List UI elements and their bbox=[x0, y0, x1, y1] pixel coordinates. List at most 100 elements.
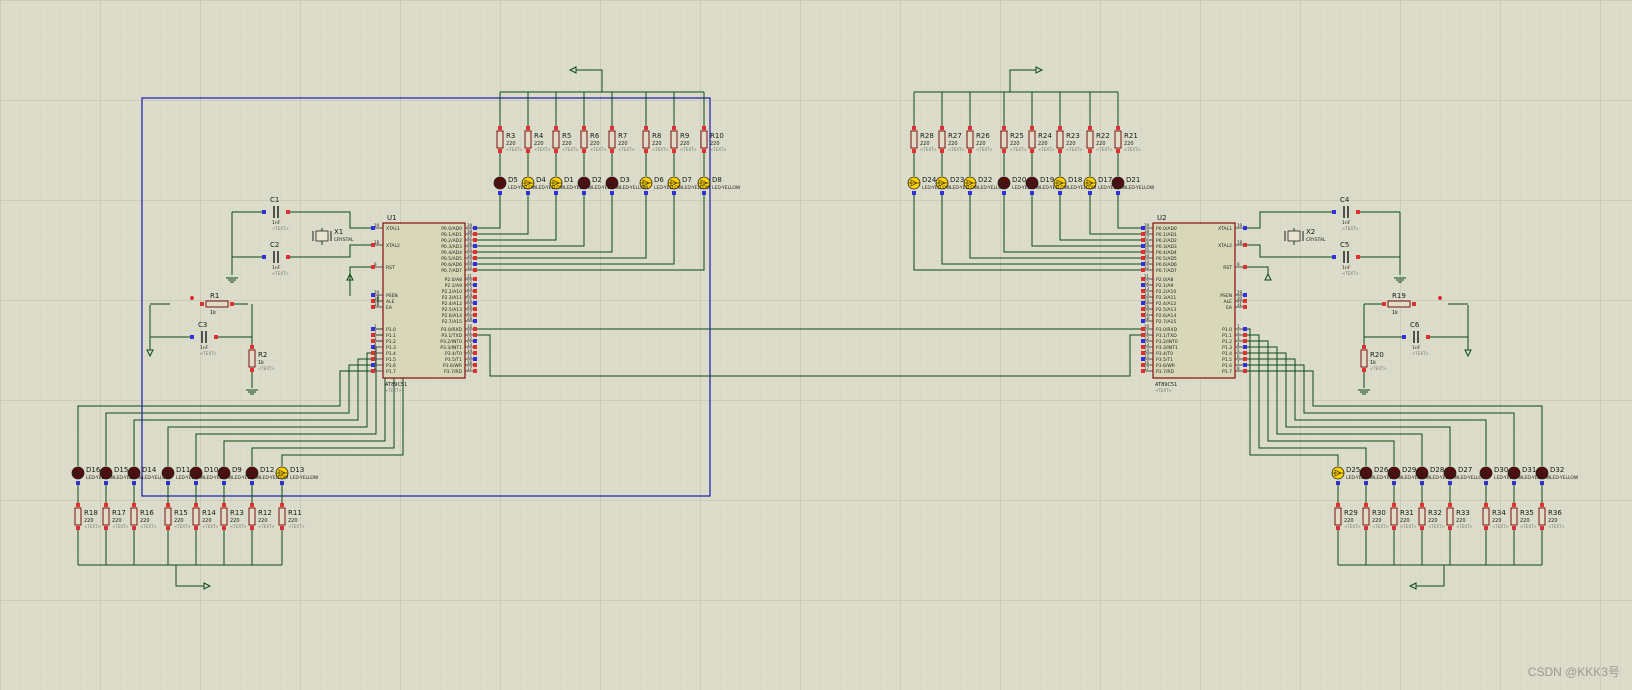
schematic-canvas[interactable]: U1AT89C51<TEXT>XTAL119XTAL218RST9PSEN29A… bbox=[0, 0, 1632, 690]
resistor-r5[interactable] bbox=[552, 130, 560, 149]
pin-marker bbox=[280, 503, 284, 507]
resistor-r15[interactable] bbox=[164, 507, 172, 526]
pin-marker bbox=[526, 149, 530, 153]
pin-marker bbox=[1392, 481, 1396, 485]
resistor-r26[interactable] bbox=[966, 130, 974, 149]
capacitor-c2-text: <TEXT> bbox=[272, 271, 289, 276]
pin-marker bbox=[1116, 149, 1120, 153]
chip-u2-rpin-name: PSEN bbox=[1220, 293, 1232, 299]
resistor-r29[interactable] bbox=[1334, 507, 1342, 526]
pin-marker bbox=[1540, 526, 1544, 530]
led-d4-value: LED-YELLOW bbox=[536, 185, 565, 191]
resistor-r24[interactable] bbox=[1028, 130, 1036, 149]
pin-marker bbox=[1512, 481, 1516, 485]
resistor-r9-ref: R9 bbox=[680, 132, 689, 140]
resistor-r15-text: <TEXT> bbox=[174, 524, 191, 529]
resistor-r20[interactable] bbox=[1360, 349, 1368, 368]
chip-u1-rpin-name: P3.2/INT0 bbox=[440, 339, 462, 345]
pin-marker bbox=[473, 289, 477, 293]
resistor-r31[interactable] bbox=[1390, 507, 1398, 526]
chip-u2-lpin-name: P0.0/AD0 bbox=[1156, 226, 1177, 232]
chip-u1-rpin-num: 26 bbox=[467, 304, 473, 309]
chip-u2-lpin-num: 39 bbox=[1144, 223, 1150, 228]
pin-marker bbox=[1540, 503, 1544, 507]
resistor-r35-text: <TEXT> bbox=[1520, 524, 1537, 529]
resistor-r1-value: 1k bbox=[210, 310, 216, 316]
chip-u1-rpin-num: 28 bbox=[467, 316, 473, 321]
pin-marker bbox=[132, 503, 136, 507]
resistor-r7[interactable] bbox=[608, 130, 616, 149]
chip-u2-lpin-name: P2.1/A9 bbox=[1156, 283, 1173, 289]
chip-u2-lpin-name: P2.4/A12 bbox=[1156, 301, 1176, 307]
chip-u2-lpin-name: P2.0/A8 bbox=[1156, 277, 1173, 283]
resistor-r9[interactable] bbox=[670, 130, 678, 149]
pin-marker bbox=[1243, 243, 1247, 247]
resistor-r19[interactable] bbox=[1387, 300, 1411, 308]
resistor-r3[interactable] bbox=[496, 130, 504, 149]
led-d32-value: LED-YELLOW bbox=[1550, 475, 1579, 481]
pin-marker bbox=[644, 191, 648, 195]
resistor-r17[interactable] bbox=[102, 507, 110, 526]
resistor-r21[interactable] bbox=[1114, 130, 1122, 149]
pin-marker bbox=[473, 363, 477, 367]
resistor-r16[interactable] bbox=[130, 507, 138, 526]
switch-left[interactable] bbox=[190, 296, 194, 300]
resistor-r34[interactable] bbox=[1482, 507, 1490, 526]
resistor-r2[interactable] bbox=[248, 349, 256, 368]
capacitor-c1-ref: C1 bbox=[270, 196, 279, 204]
chip-u1-rpin-name: P0.1/AD1 bbox=[441, 232, 462, 238]
pin-marker bbox=[644, 126, 648, 130]
pin-marker bbox=[940, 126, 944, 130]
resistor-r13[interactable] bbox=[220, 507, 228, 526]
pin-marker bbox=[166, 503, 170, 507]
resistor-r18[interactable] bbox=[74, 507, 82, 526]
resistor-r8[interactable] bbox=[642, 130, 650, 149]
resistor-r25[interactable] bbox=[1000, 130, 1008, 149]
resistor-r11[interactable] bbox=[278, 507, 286, 526]
chip-u1-rpin-num: 36 bbox=[467, 241, 473, 246]
led-d1-value: LED-YELLOW bbox=[564, 185, 593, 191]
resistor-r32[interactable] bbox=[1418, 507, 1426, 526]
pin-marker bbox=[1420, 503, 1424, 507]
resistor-r30[interactable] bbox=[1362, 507, 1370, 526]
resistor-r23[interactable] bbox=[1056, 130, 1064, 149]
resistor-r28[interactable] bbox=[910, 130, 918, 149]
resistor-r36[interactable] bbox=[1538, 507, 1546, 526]
crystal-x2[interactable] bbox=[1287, 230, 1301, 242]
switch-right[interactable] bbox=[1438, 296, 1442, 300]
resistor-r24-ref: R24 bbox=[1038, 132, 1052, 140]
led-d17-ref: D17 bbox=[1098, 176, 1112, 184]
crystal-x1[interactable] bbox=[315, 230, 329, 242]
pin-marker bbox=[473, 250, 477, 254]
chip-u2-lpin-num: 11 bbox=[1144, 330, 1150, 335]
resistor-r14[interactable] bbox=[192, 507, 200, 526]
capacitor-c3-ref: C3 bbox=[198, 321, 207, 329]
led-d23-value: LED-YELLOW bbox=[950, 185, 979, 191]
resistor-r33[interactable] bbox=[1446, 507, 1454, 526]
resistor-r6[interactable] bbox=[580, 130, 588, 149]
resistor-r4[interactable] bbox=[524, 130, 532, 149]
led-d22-value: LED-YELLOW bbox=[978, 185, 1007, 191]
chip-u2-lpin-name: P3.6/WR bbox=[1156, 363, 1175, 369]
resistor-r10[interactable] bbox=[700, 130, 708, 149]
led-d19-value: LED-YELLOW bbox=[1040, 185, 1069, 191]
resistor-r35[interactable] bbox=[1510, 507, 1518, 526]
resistor-r30-text: <TEXT> bbox=[1372, 524, 1389, 529]
resistor-r22[interactable] bbox=[1086, 130, 1094, 149]
pin-marker bbox=[166, 481, 170, 485]
resistor-r19-value: 1k bbox=[1392, 310, 1398, 316]
chip-u1-lpin-name: P1.0 bbox=[386, 327, 396, 333]
chip-u2-lpin-num: 36 bbox=[1144, 241, 1150, 246]
pin-marker bbox=[286, 210, 290, 214]
resistor-r27[interactable] bbox=[938, 130, 946, 149]
chip-u2-rpin-name: XTAL2 bbox=[1218, 243, 1232, 249]
resistor-r5-text: <TEXT> bbox=[562, 147, 579, 152]
resistor-r12[interactable] bbox=[248, 507, 256, 526]
pin-marker bbox=[473, 351, 477, 355]
resistor-r7-text: <TEXT> bbox=[618, 147, 635, 152]
pin-marker bbox=[498, 126, 502, 130]
resistor-r1[interactable] bbox=[205, 300, 229, 308]
capacitor-c1-text: <TEXT> bbox=[272, 226, 289, 231]
pin-marker bbox=[1332, 255, 1336, 259]
chip-u1-rpin-name: P2.0/A8 bbox=[445, 277, 462, 283]
